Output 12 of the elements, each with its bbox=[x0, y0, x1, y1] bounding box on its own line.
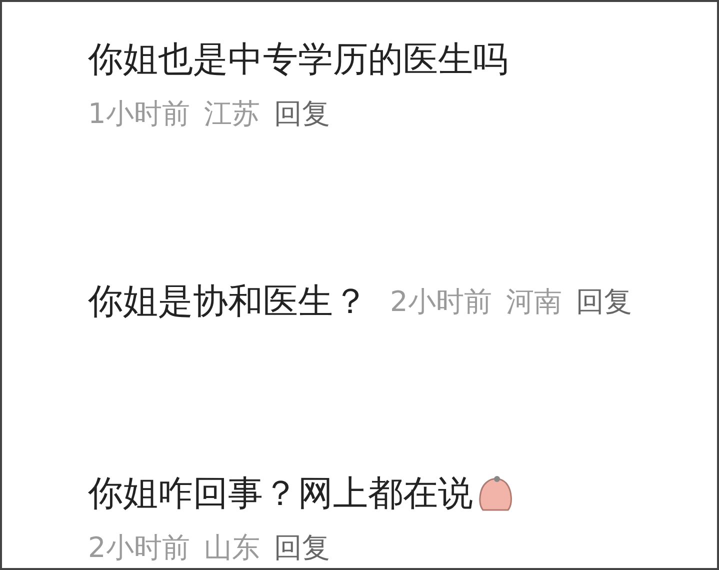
comment-location: 河南 bbox=[506, 284, 562, 320]
comment-text: 你姐也是中专学历的医生吗 bbox=[88, 39, 508, 82]
comment-time: 2小时前 bbox=[88, 530, 190, 566]
reply-link[interactable]: 回复 bbox=[274, 530, 330, 566]
reply-link[interactable]: 回复 bbox=[274, 96, 330, 132]
comment-time: 2小时前 bbox=[390, 284, 492, 320]
comment-time: 1小时前 bbox=[88, 96, 190, 132]
comment-location: 江苏 bbox=[204, 96, 260, 132]
comment-text: 你姐咋回事？网上都在说 bbox=[88, 473, 473, 516]
reply-link[interactable]: 回复 bbox=[576, 284, 632, 320]
comment-location: 山东 bbox=[204, 530, 260, 566]
comment-text: 你姐是协和医生？ bbox=[88, 281, 368, 324]
